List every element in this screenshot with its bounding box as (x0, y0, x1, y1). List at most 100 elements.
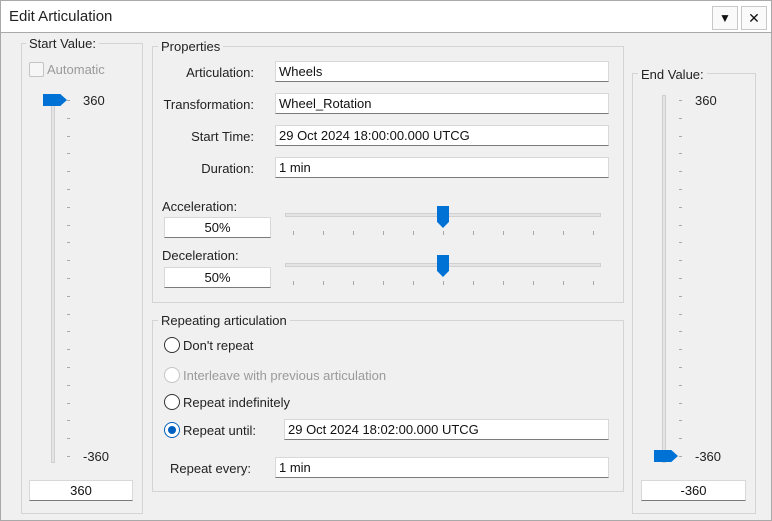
slider-tick (593, 231, 594, 235)
slider-tick (67, 278, 70, 279)
slider-tick (67, 171, 70, 173)
slider-tick (679, 135, 682, 137)
repeat-until-radio[interactable] (164, 422, 180, 438)
slider-tick (67, 313, 70, 315)
slider-tick (67, 420, 70, 422)
acceleration-field[interactable]: 50% (164, 217, 271, 238)
repeating-label: Repeating articulation (158, 313, 290, 328)
slider-tick (533, 281, 534, 285)
slider-tick (563, 231, 564, 235)
start-value-max-label: 360 (83, 93, 105, 108)
acceleration-label: Acceleration: (162, 199, 238, 214)
interleave-label: Interleave with previous articulation (183, 368, 387, 383)
dont-repeat-radio[interactable] (164, 337, 180, 353)
end-value-max-label: 360 (695, 93, 717, 108)
slider-tick (67, 349, 70, 351)
articulation-label: Articulation: (186, 65, 254, 80)
duration-field[interactable]: 1 min (275, 157, 609, 178)
slider-tick (679, 171, 682, 173)
slider-tick (503, 281, 504, 285)
close-button[interactable]: ✕ (741, 6, 767, 30)
chevron-down-icon: ▼ (719, 11, 731, 25)
start-time-label: Start Time: (191, 129, 254, 144)
slider-tick (679, 117, 682, 119)
slider-tick (679, 367, 682, 368)
slider-tick (67, 438, 70, 440)
start-value-slider-track[interactable] (51, 95, 55, 463)
slider-tick (443, 281, 444, 285)
deceleration-field[interactable]: 50% (164, 267, 271, 288)
repeat-until-field[interactable]: 29 Oct 2024 18:02:00.000 UTCG (284, 419, 609, 440)
start-value-group (21, 43, 143, 514)
slider-tick (67, 224, 70, 226)
repeat-every-field[interactable]: 1 min (275, 457, 609, 478)
slider-tick (383, 281, 384, 285)
start-value-label: Start Value: (26, 36, 99, 51)
slider-tick (679, 260, 682, 262)
slider-tick (353, 281, 354, 285)
slider-tick (679, 313, 682, 315)
slider-tick (67, 331, 70, 333)
slider-tick (679, 456, 682, 457)
slider-tick (679, 349, 682, 351)
automatic-checkbox[interactable] (29, 62, 44, 77)
window-title: Edit Articulation (9, 8, 113, 25)
automatic-label: Automatic (47, 62, 105, 77)
slider-tick (353, 231, 354, 235)
slider-tick (67, 100, 70, 101)
transformation-label: Transformation: (163, 97, 254, 112)
slider-tick (679, 206, 682, 208)
slider-tick (67, 384, 70, 386)
slider-tick (67, 402, 70, 404)
slider-tick (679, 438, 682, 440)
repeat-every-label: Repeat every: (170, 461, 251, 476)
slider-tick (67, 153, 70, 155)
dont-repeat-label: Don't repeat (183, 338, 254, 353)
slider-tick (67, 117, 70, 119)
slider-tick (473, 231, 474, 235)
repeat-until-label: Repeat until: (183, 423, 256, 438)
articulation-field[interactable]: Wheels (275, 61, 609, 82)
slider-tick (679, 189, 682, 190)
end-value-field[interactable]: -360 (641, 480, 746, 501)
slider-tick (67, 456, 70, 457)
end-value-label: End Value: (638, 67, 707, 82)
start-value-field[interactable]: 360 (29, 480, 133, 501)
slider-tick (293, 231, 294, 235)
transformation-field[interactable]: Wheel_Rotation (275, 93, 609, 114)
properties-label: Properties (158, 39, 224, 54)
repeat-indefinitely-radio[interactable] (164, 394, 180, 410)
end-value-group (632, 73, 756, 514)
slider-tick (593, 281, 594, 285)
slider-tick (679, 153, 682, 155)
slider-tick (293, 281, 294, 285)
end-value-slider-track[interactable] (662, 95, 666, 463)
dialog-body: Start Value: Automatic 360 -360 360 Prop… (0, 33, 772, 521)
slider-tick (679, 331, 682, 333)
window-menu-button[interactable]: ▼ (712, 6, 738, 30)
slider-tick (563, 281, 564, 285)
title-bar: Edit Articulation ▼ ✕ (0, 0, 772, 33)
slider-tick (473, 281, 474, 285)
start-time-field[interactable]: 29 Oct 2024 18:00:00.000 UTCG (275, 125, 609, 146)
interleave-radio[interactable] (164, 367, 180, 383)
deceleration-label: Deceleration: (162, 248, 239, 263)
slider-tick (323, 281, 324, 285)
slider-tick (67, 206, 70, 208)
slider-tick (67, 260, 70, 262)
slider-tick (67, 367, 70, 368)
slider-tick (67, 242, 70, 244)
slider-tick (679, 100, 682, 101)
slider-tick (67, 135, 70, 137)
repeat-indefinitely-label: Repeat indefinitely (183, 395, 290, 410)
slider-tick (383, 231, 384, 235)
slider-tick (443, 231, 444, 235)
slider-tick (67, 189, 70, 190)
slider-tick (503, 231, 504, 235)
slider-tick (679, 224, 682, 226)
slider-tick (679, 384, 682, 386)
slider-tick (413, 281, 414, 285)
close-icon: ✕ (748, 9, 760, 26)
slider-tick (679, 242, 682, 244)
slider-tick (679, 420, 682, 422)
